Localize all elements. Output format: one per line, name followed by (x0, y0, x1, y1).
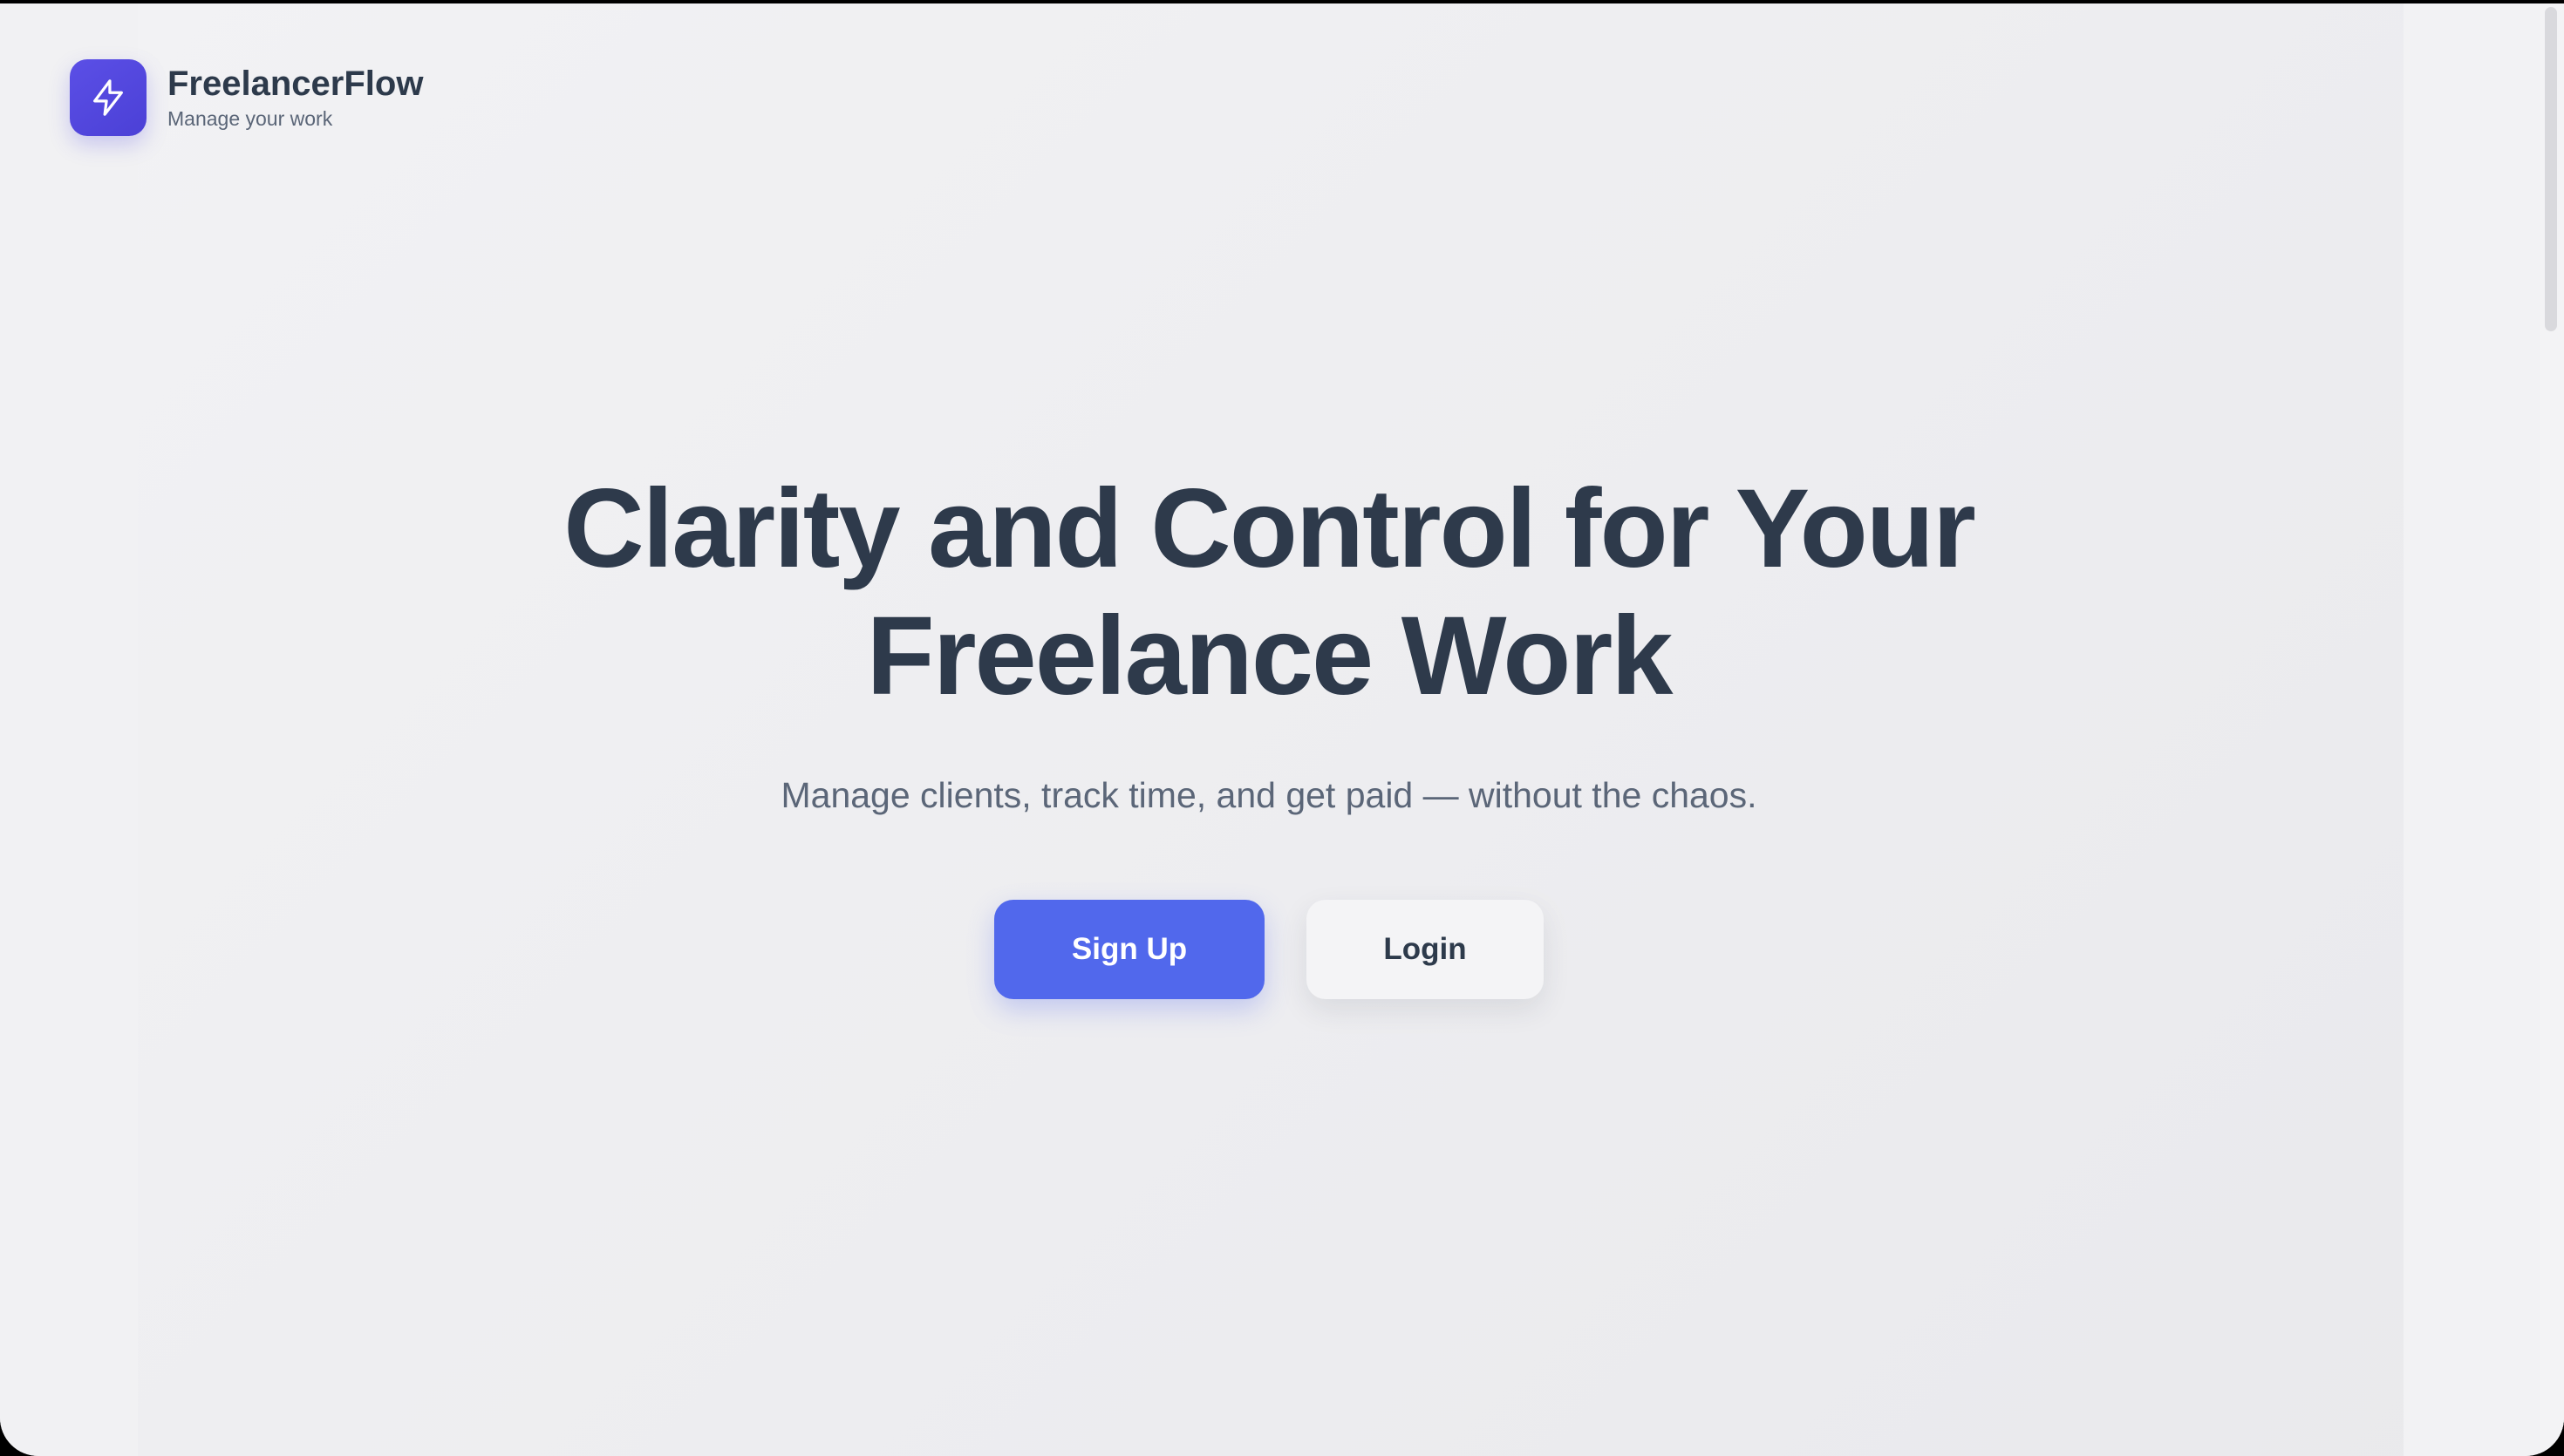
app-logo[interactable] (70, 59, 147, 136)
hero-actions: Sign Up Login (0, 900, 2538, 999)
lightning-bolt-icon (93, 79, 123, 116)
headline-line-2: Freelance Work (866, 594, 1674, 718)
scrollbar-thumb[interactable] (2545, 7, 2557, 331)
hero-subtitle: Manage clients, track time, and get paid… (781, 775, 1757, 815)
headline-line-1: Clarity and Control for Your (563, 466, 1976, 591)
sign-up-button[interactable]: Sign Up (994, 900, 1265, 999)
hero-section: Clarity and Control for Your Freelance W… (0, 466, 2538, 999)
brand-text: FreelancerFlow Manage your work (167, 64, 423, 132)
vertical-scrollbar[interactable] (2540, 3, 2564, 1456)
brand-tagline: Manage your work (167, 107, 333, 130)
login-button[interactable]: Login (1306, 900, 1544, 999)
brand-name: FreelancerFlow (167, 65, 424, 103)
brand-header[interactable]: FreelancerFlow Manage your work (70, 59, 423, 136)
browser-window: FreelancerFlow Manage your work Clarity … (0, 3, 2564, 1456)
hero-headline: Clarity and Control for Your Freelance W… (0, 466, 2538, 720)
